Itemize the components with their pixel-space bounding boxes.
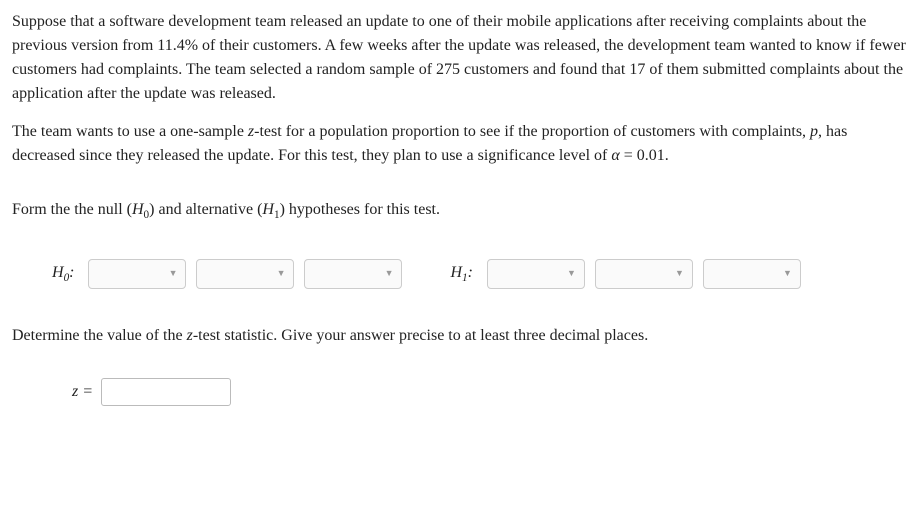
equals: = bbox=[78, 383, 93, 400]
null-hypothesis-label: H0: bbox=[52, 261, 74, 287]
H-symbol: H bbox=[262, 201, 274, 218]
h1-dropdown-2[interactable]: ▼ bbox=[595, 259, 693, 289]
text: The team wants to use a one-sample bbox=[12, 123, 248, 140]
p-variable: p bbox=[810, 123, 818, 140]
H-symbol: H bbox=[450, 264, 462, 281]
text: = 0.01. bbox=[620, 147, 669, 164]
chevron-down-icon: ▼ bbox=[169, 267, 178, 281]
text: Determine the value of the bbox=[12, 327, 187, 344]
chevron-down-icon: ▼ bbox=[277, 267, 286, 281]
h1-dropdown-1[interactable]: ▼ bbox=[487, 259, 585, 289]
H-symbol: H bbox=[132, 201, 144, 218]
z-value-input[interactable] bbox=[101, 378, 231, 406]
alt-hypothesis-label: H1: bbox=[450, 261, 472, 287]
z-input-row: z = bbox=[72, 378, 911, 406]
alpha-variable: α bbox=[611, 147, 619, 164]
colon: : bbox=[69, 264, 74, 281]
h0-dropdown-1[interactable]: ▼ bbox=[88, 259, 186, 289]
text: ) and alternative ( bbox=[149, 201, 262, 218]
h1-dropdown-3[interactable]: ▼ bbox=[703, 259, 801, 289]
text: -test for a population proportion to see… bbox=[254, 123, 810, 140]
chevron-down-icon: ▼ bbox=[567, 267, 576, 281]
chevron-down-icon: ▼ bbox=[783, 267, 792, 281]
text: -test statistic. Give your answer precis… bbox=[193, 327, 648, 344]
question-hypotheses: Form the the null (H0) and alternative (… bbox=[12, 198, 911, 224]
h0-dropdown-3[interactable]: ▼ bbox=[304, 259, 402, 289]
problem-paragraph-1: Suppose that a software development team… bbox=[12, 10, 911, 106]
chevron-down-icon: ▼ bbox=[675, 267, 684, 281]
colon: : bbox=[468, 264, 473, 281]
chevron-down-icon: ▼ bbox=[385, 267, 394, 281]
H-symbol: H bbox=[52, 264, 64, 281]
h0-dropdown-2[interactable]: ▼ bbox=[196, 259, 294, 289]
text: ) hypotheses for this test. bbox=[280, 201, 440, 218]
text: Form the the null ( bbox=[12, 201, 132, 218]
problem-paragraph-2: The team wants to use a one-sample z-tes… bbox=[12, 120, 911, 168]
z-equals-label: z = bbox=[72, 380, 93, 404]
question-z-stat: Determine the value of the z-test statis… bbox=[12, 324, 911, 348]
hypothesis-input-row: H0: ▼ ▼ ▼ H1: ▼ ▼ ▼ bbox=[52, 259, 911, 289]
